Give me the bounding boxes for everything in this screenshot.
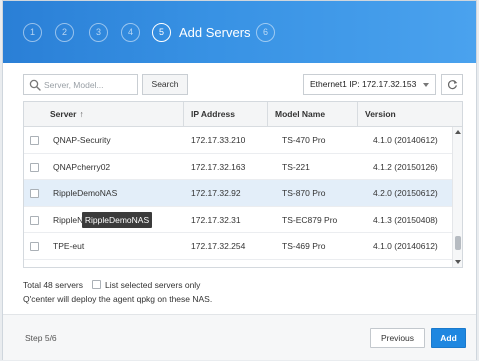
row-checkbox[interactable]	[30, 162, 39, 172]
model-name: TS-470 Pro	[282, 135, 326, 145]
scroll-up-icon[interactable]	[455, 130, 461, 134]
wizard-title: Add Servers	[179, 25, 251, 40]
network-interface-select[interactable]: Ethernet1 IP: 172.17.32.153	[303, 74, 436, 95]
refresh-button[interactable]	[441, 74, 463, 95]
scrollbar-thumb[interactable]	[455, 236, 461, 250]
search-icon	[29, 79, 41, 91]
wizard-header: 1 2 3 4 5 Add Servers 6	[3, 1, 476, 63]
table-scrollbar[interactable]	[452, 127, 462, 267]
table-row[interactable]: QNAPcherry02 172.17.32.163 TS-221 4.1.2 …	[24, 154, 452, 180]
table-row[interactable]: TPE-eut 172.17.32.254 TS-469 Pro 4.1.0 (…	[24, 233, 452, 260]
version: 4.1.3 (20150408)	[373, 214, 438, 225]
table-row-selected[interactable]: RippleDemoNAS 172.17.32.92 TS-870 Pro 4.…	[24, 180, 452, 207]
scroll-down-icon[interactable]	[455, 260, 461, 264]
column-header-version[interactable]: Version	[357, 102, 452, 126]
wizard-step-1[interactable]: 1	[23, 23, 42, 42]
column-header-server[interactable]: Server ↑	[42, 102, 192, 126]
version: 4.1.2 (20150126)	[373, 161, 438, 172]
server-name: QNAP-Security	[53, 135, 111, 145]
row-checkbox[interactable]	[30, 215, 39, 225]
server-name: RippleDemoNAS	[53, 188, 118, 198]
total-servers-count: Total 48 servers	[23, 280, 83, 290]
version: 4.2.0 (20150612)	[373, 188, 438, 198]
version: 4.1.3 (20150408)	[373, 260, 438, 268]
model-name: TS-EC1080 Pro	[282, 260, 342, 268]
server-name: TPE-eut	[53, 241, 85, 251]
search-field[interactable]	[23, 74, 138, 95]
deploy-note: Q'center will deploy the agent qpkg on t…	[23, 294, 213, 304]
wizard-step-2[interactable]: 2	[55, 23, 74, 42]
server-name-tooltip: RippleDemoNAS	[82, 212, 152, 228]
wizard-step-3[interactable]: 3	[89, 23, 108, 42]
servers-table: Server ↑ IP Address Model Name Version QN…	[23, 101, 463, 268]
model-name: TS-EC879 Pro	[282, 214, 338, 225]
version: 4.1.0 (20140612)	[373, 241, 438, 251]
sort-ascending-icon: ↑	[79, 109, 84, 119]
search-input[interactable]	[44, 77, 136, 92]
ip-address: 172.17.32.31	[191, 214, 241, 225]
wizard-step-4[interactable]: 4	[121, 23, 140, 42]
list-selected-only-checkbox[interactable]	[92, 280, 101, 289]
ip-address: 172.17.32.254	[191, 241, 246, 251]
step-indicator: Step 5/6	[25, 333, 57, 343]
row-checkbox[interactable]	[30, 136, 39, 145]
ip-address: 172.17.32.138	[191, 260, 245, 268]
table-row[interactable]: QNAP-Security 172.17.33.210 TS-470 Pro 4…	[24, 127, 452, 154]
row-checkbox[interactable]	[30, 189, 39, 198]
server-name: QNAPcherry02	[53, 161, 111, 172]
server-name: TS1080pro	[53, 260, 95, 268]
previous-button[interactable]: Previous	[370, 328, 425, 348]
table-row[interactable]: TS1080pro 172.17.32.138 TS-EC1080 Pro 4.…	[24, 260, 452, 268]
network-interface-value: Ethernet1 IP: 172.17.32.153	[310, 79, 417, 89]
wizard-step-5-active[interactable]: 5	[152, 23, 171, 42]
table-header: Server ↑ IP Address Model Name Version	[24, 102, 462, 127]
ip-address: 172.17.32.163	[191, 161, 246, 172]
add-servers-dialog: 1 2 3 4 5 Add Servers 6 Search Ethernet1…	[2, 0, 477, 360]
dialog-footer: Step 5/6 Previous Add	[3, 314, 476, 360]
model-name: TS-221	[282, 161, 310, 172]
list-selected-only-label[interactable]: List selected servers only	[105, 280, 200, 290]
ip-address: 172.17.33.210	[191, 135, 246, 145]
wizard-step-6[interactable]: 6	[256, 23, 275, 42]
row-checkbox[interactable]	[30, 242, 39, 251]
chevron-down-icon	[423, 83, 429, 87]
column-header-model-name[interactable]: Model Name	[267, 102, 357, 126]
model-name: TS-469 Pro	[282, 241, 326, 251]
ip-address: 172.17.32.92	[191, 188, 241, 198]
add-button[interactable]: Add	[431, 328, 466, 348]
search-button[interactable]: Search	[142, 74, 188, 95]
column-header-ip-address[interactable]: IP Address	[183, 102, 273, 126]
version: 4.1.0 (20140612)	[373, 135, 438, 145]
model-name: TS-870 Pro	[282, 188, 326, 198]
refresh-icon	[447, 80, 458, 90]
